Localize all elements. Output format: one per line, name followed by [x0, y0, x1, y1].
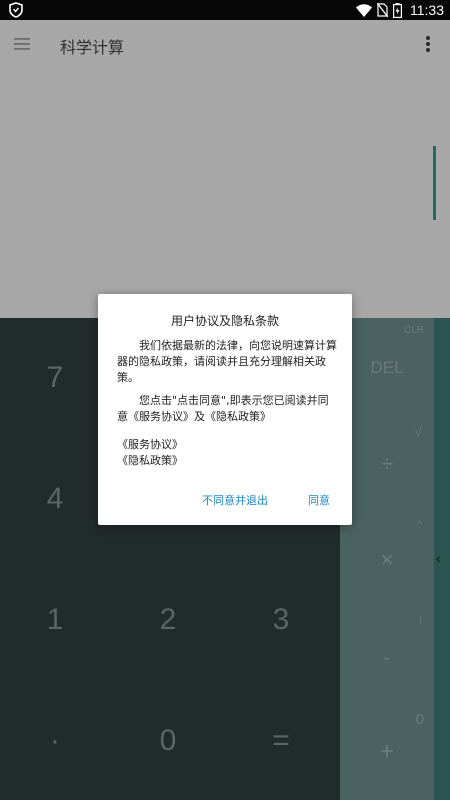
key-4[interactable]: 4 [0, 439, 110, 559]
dialog-title: 用户协议及隐私条款 [170, 314, 279, 328]
key-7[interactable]: 7 [0, 318, 110, 438]
clear-button[interactable]: CLR [340, 320, 434, 340]
key-3[interactable]: 3 [226, 560, 336, 680]
privacy-agreement-dialog: 用户协议及隐私条款 我们依据最新的法律，向您说明速算计算器的隐私政策，请阅读并且… [98, 294, 352, 525]
zero-button[interactable]: 0 [340, 708, 434, 730]
chevron-left-icon: ‹ [436, 550, 441, 566]
sqrt-button[interactable]: √ [340, 418, 434, 444]
operator-pad: CLR DEL √ ÷ ^ × ! - 0 + [340, 318, 434, 800]
dialog-paragraph-1: 我们依据最新的法律，向您说明速算计算器的隐私政策，请阅读并且充分理解相关政策。 [117, 339, 337, 384]
hamburger-menu-icon[interactable] [10, 32, 34, 56]
wifi-icon [356, 3, 372, 17]
key-1[interactable]: 1 [0, 560, 110, 680]
decline-and-exit-button[interactable]: 不同意并退出 [202, 492, 268, 508]
app-bar: 科学计算 [0, 20, 450, 68]
service-agreement-link[interactable]: 《服务协议》 [117, 437, 183, 453]
key-0[interactable]: 0 [113, 681, 223, 800]
no-sim-icon [377, 3, 388, 17]
dialog-paragraph-2: 您点击"点击同意",即表示您已阅读并同意《服务协议》及《隐私政策》 [117, 394, 329, 423]
calculator-display[interactable] [0, 68, 450, 318]
page-title: 科学计算 [60, 38, 125, 57]
input-cursor [433, 146, 436, 220]
plus-button[interactable]: + [340, 734, 434, 770]
key-equals[interactable]: = [226, 681, 336, 800]
status-bar: 11:33 [0, 0, 450, 20]
multiply-button[interactable]: × [340, 542, 434, 578]
delete-button[interactable]: DEL [340, 346, 434, 390]
status-icons: 11:33 [356, 2, 444, 18]
clock-time: 11:33 [410, 2, 444, 18]
shield-icon [9, 2, 23, 18]
divide-button[interactable]: ÷ [340, 446, 434, 482]
factorial-button[interactable]: ! [340, 612, 434, 630]
power-button[interactable]: ^ [340, 516, 434, 534]
more-vertical-icon[interactable] [416, 32, 440, 56]
key-2[interactable]: 2 [113, 560, 223, 680]
key-decimal-point[interactable]: · [0, 681, 110, 800]
battery-charging-icon [393, 2, 402, 18]
minus-button[interactable]: - [340, 640, 434, 676]
advanced-panel-toggle[interactable]: ‹ [434, 318, 450, 800]
privacy-policy-link[interactable]: 《隐私政策》 [117, 453, 183, 469]
agree-button[interactable]: 同意 [308, 492, 330, 508]
